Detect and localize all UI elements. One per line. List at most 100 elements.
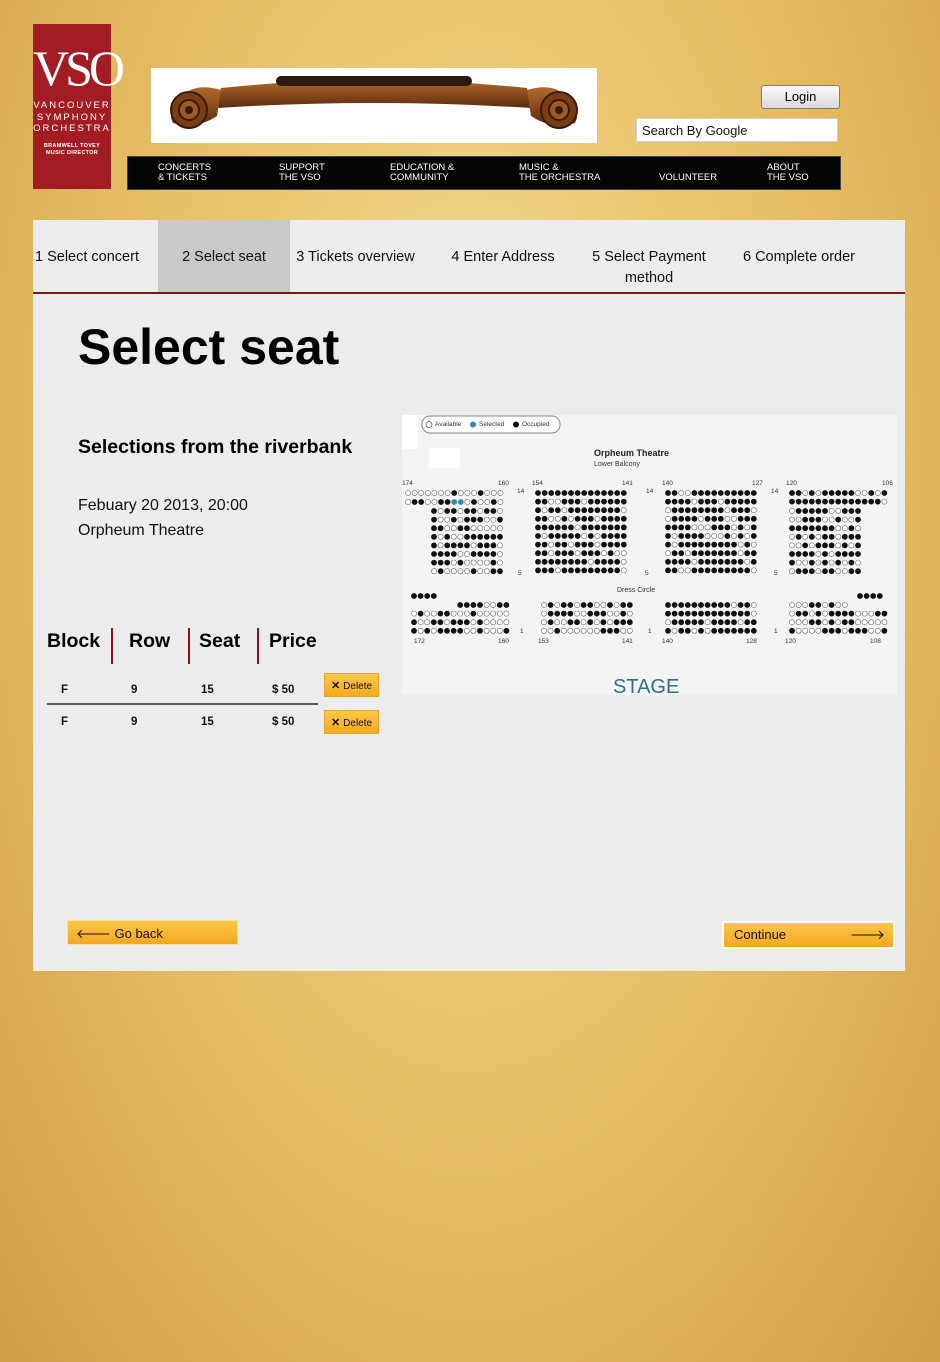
seat[interactable] bbox=[437, 551, 444, 557]
seat[interactable] bbox=[789, 602, 795, 608]
seat[interactable] bbox=[470, 602, 477, 608]
seat[interactable] bbox=[848, 533, 855, 540]
seat[interactable] bbox=[497, 525, 503, 532]
seat[interactable] bbox=[731, 524, 737, 531]
seat[interactable] bbox=[724, 498, 731, 505]
seat[interactable] bbox=[828, 516, 835, 523]
seat[interactable] bbox=[548, 533, 555, 539]
seat[interactable] bbox=[808, 516, 815, 523]
seat[interactable] bbox=[855, 490, 861, 496]
seat[interactable] bbox=[802, 551, 809, 557]
seat[interactable] bbox=[691, 533, 698, 539]
seat[interactable] bbox=[704, 567, 711, 574]
seat[interactable] bbox=[620, 567, 627, 574]
seat[interactable] bbox=[678, 533, 685, 539]
seat[interactable] bbox=[431, 525, 437, 532]
seat[interactable] bbox=[665, 515, 671, 522]
seat[interactable] bbox=[568, 498, 574, 505]
seat[interactable] bbox=[457, 525, 464, 532]
seat[interactable] bbox=[731, 507, 737, 514]
seat[interactable] bbox=[567, 619, 574, 626]
seat[interactable] bbox=[802, 516, 809, 523]
seat[interactable] bbox=[822, 498, 828, 505]
seat[interactable] bbox=[841, 610, 848, 617]
seat[interactable] bbox=[535, 524, 541, 531]
seat[interactable] bbox=[678, 610, 685, 617]
seat[interactable] bbox=[737, 498, 744, 505]
seat[interactable] bbox=[828, 525, 835, 532]
seat[interactable] bbox=[665, 619, 671, 626]
seat[interactable] bbox=[471, 490, 477, 496]
seat[interactable] bbox=[626, 610, 633, 617]
seat[interactable] bbox=[808, 542, 815, 549]
seat[interactable] bbox=[614, 490, 621, 496]
seat[interactable] bbox=[470, 525, 477, 532]
seat[interactable] bbox=[731, 490, 737, 496]
seat[interactable] bbox=[535, 558, 541, 565]
seat[interactable] bbox=[731, 602, 737, 608]
seat[interactable] bbox=[497, 516, 503, 523]
seat[interactable] bbox=[744, 550, 751, 557]
seat[interactable] bbox=[567, 610, 574, 617]
seat[interactable] bbox=[496, 619, 503, 626]
seat[interactable] bbox=[684, 490, 691, 496]
seat[interactable] bbox=[470, 533, 477, 540]
seat[interactable] bbox=[704, 524, 711, 531]
seat[interactable] bbox=[870, 593, 877, 599]
seat[interactable] bbox=[541, 524, 548, 531]
seat[interactable] bbox=[848, 498, 855, 505]
seat[interactable] bbox=[671, 619, 678, 626]
seat[interactable] bbox=[490, 559, 497, 566]
seat[interactable] bbox=[802, 508, 809, 514]
seat[interactable] bbox=[881, 610, 888, 617]
seat[interactable] bbox=[855, 610, 861, 617]
seat[interactable] bbox=[587, 507, 594, 514]
seat[interactable] bbox=[457, 516, 464, 523]
seat[interactable] bbox=[737, 627, 744, 634]
nav-education[interactable]: EDUCATION & COMMUNITY bbox=[390, 163, 454, 183]
seat[interactable] bbox=[490, 619, 497, 626]
seat[interactable] bbox=[535, 541, 541, 548]
seat[interactable] bbox=[737, 524, 744, 531]
seat[interactable] bbox=[614, 558, 621, 565]
seat[interactable] bbox=[490, 508, 497, 514]
seat[interactable] bbox=[861, 619, 868, 626]
seat[interactable] bbox=[601, 550, 607, 557]
seat[interactable] bbox=[808, 627, 815, 634]
nav-music-orchestra[interactable]: MUSIC & THE ORCHESTRA bbox=[519, 163, 600, 183]
seat[interactable] bbox=[855, 533, 861, 540]
seat[interactable] bbox=[601, 515, 607, 522]
seat[interactable] bbox=[593, 627, 600, 634]
seat[interactable] bbox=[541, 602, 547, 608]
seat[interactable] bbox=[881, 490, 888, 496]
seat[interactable] bbox=[671, 490, 678, 496]
seat[interactable] bbox=[691, 541, 698, 548]
seat[interactable] bbox=[665, 524, 671, 531]
seat[interactable] bbox=[437, 516, 444, 523]
seat[interactable] bbox=[684, 533, 691, 539]
seat[interactable] bbox=[497, 568, 503, 575]
seat[interactable] bbox=[614, 550, 621, 557]
seat[interactable] bbox=[744, 602, 751, 608]
seat[interactable] bbox=[464, 525, 470, 532]
seat[interactable] bbox=[678, 507, 685, 514]
seat[interactable] bbox=[802, 610, 809, 617]
seat[interactable] bbox=[574, 541, 581, 548]
step-enter-address[interactable]: 4 Enter Address bbox=[447, 220, 559, 292]
seat[interactable] bbox=[808, 610, 815, 617]
seat[interactable] bbox=[698, 507, 704, 514]
seat[interactable] bbox=[750, 567, 757, 574]
seat[interactable] bbox=[684, 619, 691, 626]
seat[interactable] bbox=[731, 619, 737, 626]
vso-logo[interactable]: VSO VANCOUVER SYMPHONY ORCHESTRA BRAMWEL… bbox=[33, 24, 125, 189]
seat[interactable] bbox=[483, 542, 490, 549]
seat[interactable] bbox=[822, 602, 828, 608]
seat[interactable] bbox=[795, 508, 802, 514]
seat[interactable] bbox=[717, 627, 724, 634]
seat[interactable] bbox=[711, 610, 718, 617]
seat[interactable] bbox=[587, 619, 594, 626]
seat[interactable] bbox=[855, 542, 861, 549]
seat[interactable] bbox=[678, 550, 685, 557]
seat[interactable] bbox=[561, 498, 568, 505]
seat[interactable] bbox=[737, 533, 744, 539]
